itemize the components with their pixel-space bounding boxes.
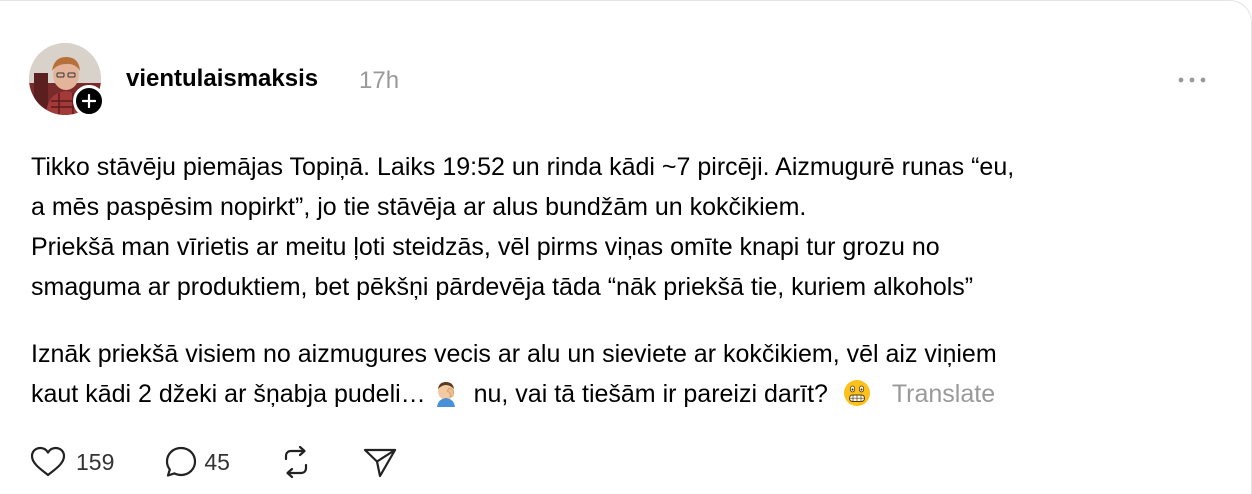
- translate-link[interactable]: Translate: [892, 380, 995, 408]
- post-line: Priekšā man vīrietis ar meitu ļoti steid…: [31, 233, 940, 261]
- send-icon: [363, 448, 397, 478]
- post-body: Tikko stāvēju piemājas Topiņā. Laiks 19:…: [31, 147, 1221, 408]
- speech-bubble-icon: [166, 446, 197, 477]
- avatar-container[interactable]: [29, 43, 105, 117]
- more-horizontal-icon: [1178, 77, 1206, 83]
- follow-button[interactable]: [73, 85, 105, 117]
- share-button[interactable]: [362, 445, 398, 479]
- post-line-last: kaut kādi 2 džeki ar šņabja pudeli… nu, …: [31, 374, 997, 419]
- post-line: Iznāk priekšā visiem no aizmugures vecis…: [31, 340, 997, 368]
- grimacing-face-emoji: [843, 379, 871, 419]
- post-line: smaguma ar produktiem, bet pēkšņi pārdev…: [31, 273, 974, 301]
- post-time[interactable]: 17h: [359, 67, 399, 95]
- repost-icon: [284, 445, 308, 479]
- username[interactable]: vientulaismaksis: [126, 65, 318, 93]
- like-count: 159: [76, 448, 115, 475]
- man-facepalming-emoji: [433, 379, 459, 419]
- more-options-button[interactable]: [1172, 65, 1212, 95]
- heart-icon: [30, 446, 66, 477]
- plus-icon: [82, 94, 96, 108]
- post-paragraph-2: Iznāk priekšā visiem no aizmugures vecis…: [31, 334, 997, 419]
- post-line: Tikko stāvēju piemājas Topiņā. Laiks 19:…: [31, 153, 1015, 181]
- post-text-segment: nu, vai tā tiešām ir pareizi darīt?: [473, 380, 828, 408]
- reply-count: 45: [204, 448, 230, 475]
- post-text-segment: kaut kādi 2 džeki ar šņabja pudeli…: [31, 380, 426, 408]
- post-card: vientulaismaksis 17h Tikko stāvēju piemā…: [0, 0, 1252, 494]
- post-line: a mēs paspēsim nopirkt”, jo tie stāvēja …: [31, 193, 807, 221]
- post-paragraph-1: Tikko stāvēju piemājas Topiņā. Laiks 19:…: [31, 147, 1221, 307]
- post-actions-bar: 159 45: [30, 442, 398, 482]
- like-button[interactable]: 159: [30, 446, 114, 478]
- repost-button[interactable]: [278, 445, 314, 479]
- reply-button[interactable]: 45: [164, 445, 230, 479]
